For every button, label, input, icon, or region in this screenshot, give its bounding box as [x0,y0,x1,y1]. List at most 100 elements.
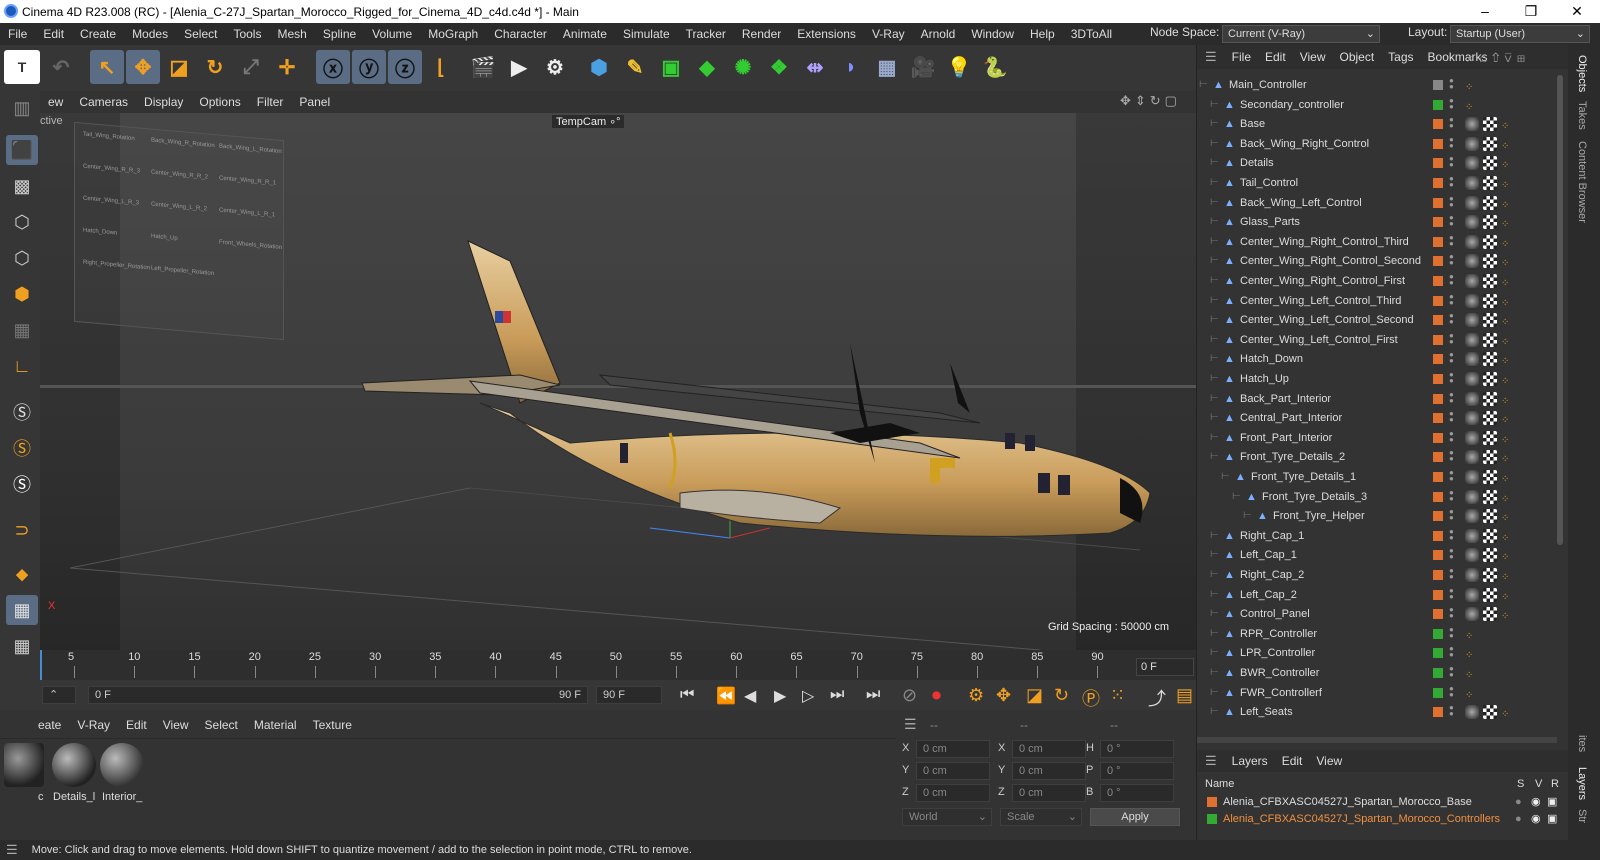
layer-color-swatch[interactable] [1433,432,1443,443]
xpresso-tag-icon[interactable]: ⁘ [1501,470,1515,485]
locked-workplane-icon[interactable]: ▦ [6,631,38,661]
material-tag-icon[interactable] [1465,215,1479,230]
object-row[interactable]: ⊢ ▲ Front_Tyre_Details_3 ● ● ⁘ [1197,487,1569,507]
scale-tool-button[interactable]: ◪ [162,50,196,84]
menu-file[interactable]: File [0,27,35,41]
layer-row[interactable]: Alenia_CFBXASC04527J_Spartan_Morocco_Con… [1197,811,1569,828]
key-parameter-icon[interactable]: Ⓟ [1082,685,1100,711]
menu-select[interactable]: Select [176,27,225,41]
texture-tag-icon[interactable] [1483,607,1497,622]
viewport-menu-options[interactable]: Options [191,95,248,109]
visibility-dots[interactable]: ● ● [1449,606,1454,621]
timeline-ruler[interactable]: 5 10 15 20 25 30 35 40 45 50 55 60 65 70 75 80 85 90 [40,650,1196,680]
object-scrollbar[interactable] [1557,75,1563,545]
material-tag-icon[interactable] [1465,293,1479,308]
tree-expander[interactable]: ⊢ [1210,585,1219,605]
object-row[interactable]: ⊢ ▲ Center_Wing_Right_Control_Second ● ● ⁘ [1197,251,1569,271]
layer-color-swatch[interactable] [1433,256,1443,267]
next-key-icon[interactable]: ⏭ [830,686,844,704]
texture-tag-icon[interactable] [1483,587,1497,602]
hamburger-icon[interactable]: ☰ [6,842,18,858]
tree-expander[interactable]: ⊢ [1210,232,1219,252]
layer-color-swatch[interactable] [1433,511,1443,522]
layer-color-swatch[interactable] [1433,687,1443,698]
tree-expander[interactable]: ⊢ [1210,310,1219,330]
make-editable-icon[interactable]: ▥ [6,93,38,123]
quantize-icon[interactable]: Ⓢ [6,469,38,499]
object-row[interactable]: ⊢ ▲ Base ● ● ⁘ [1197,114,1569,134]
xpresso-tag-icon[interactable]: ⁘ [1501,431,1515,446]
tree-expander[interactable]: ⊢ [1210,95,1219,115]
texture-tag-icon[interactable] [1483,117,1497,132]
viewport-menu-cameras[interactable]: Cameras [71,95,136,109]
menu-simulate[interactable]: Simulate [615,27,678,41]
coord-value-field[interactable]: 0 cm [916,784,990,802]
visibility-dots[interactable]: ● ● [1449,469,1454,484]
layer-color-swatch[interactable] [1433,276,1443,286]
menu-character[interactable]: Character [486,27,555,41]
xpresso-tag-icon[interactable]: ⁘ [1501,274,1515,289]
texture-tag-icon[interactable] [1483,568,1497,582]
x-axis-button[interactable]: ⓧ [316,50,350,84]
tree-expander[interactable]: ⊢ [1210,369,1219,389]
visibility-dots[interactable]: ● ● [1449,488,1454,504]
menu-modes[interactable]: Modes [124,27,176,41]
coord-value-field[interactable]: 0 cm [1012,784,1086,802]
menu-v-ray[interactable]: V-Ray [864,27,913,41]
tree-expander[interactable]: ⊢ [1210,604,1219,624]
material-tag-icon[interactable] [1465,705,1479,720]
objects-menu-object[interactable]: Object [1332,50,1381,64]
menu-mesh[interactable]: Mesh [269,27,314,41]
object-row[interactable]: ⊢ ▲ Right_Cap_1 ● ● ⁘ [1197,526,1569,546]
objects-menu-view[interactable]: View [1293,50,1333,64]
layer-color-swatch[interactable] [1433,530,1443,541]
model-mode-icon[interactable]: ⬛ [6,135,38,165]
pen-button[interactable]: ✎ [618,50,652,84]
tree-expander[interactable]: ⊢ [1210,702,1219,722]
visibility-dots[interactable]: ● ● [1449,547,1454,562]
tree-expander[interactable]: ⊢ [1210,624,1219,644]
layout-dropdown[interactable]: Startup (User) ⌄ [1450,25,1590,43]
autokey-icon[interactable]: ⏺ [932,685,941,706]
coord-value-field[interactable]: 0 ° [1100,740,1174,758]
layer-color-swatch[interactable] [1207,814,1217,824]
material-menu-eate[interactable]: eate [30,718,69,732]
render-picture-viewer-button[interactable]: ▶ [502,50,536,84]
object-row[interactable]: ⊢ ▲ Details ● ● ⁘ [1197,153,1569,173]
coordinate-system-button[interactable]: ⌊ [424,50,458,84]
menu-mograph[interactable]: MoGraph [420,27,486,41]
xpresso-tag-icon[interactable]: ⁘ [1501,392,1515,407]
layer-color-swatch[interactable] [1433,315,1443,326]
texture-tag-icon[interactable] [1483,332,1497,347]
layer-color-swatch[interactable] [1433,158,1443,169]
key-position-icon[interactable]: ✥ [996,685,1011,706]
object-row[interactable]: ⊢▲Right_Seats● ●⁘ [1197,722,1569,725]
material-menu-select[interactable]: Select [197,718,246,732]
layers-menu-layers[interactable]: Layers [1225,754,1275,768]
xpresso-tag-icon[interactable]: ⁘ [1501,509,1515,524]
texture-tag-icon[interactable] [1483,705,1497,720]
tree-expander[interactable]: ⊢ [1210,545,1219,565]
texture-tag-icon[interactable] [1483,509,1497,524]
coord-value-field[interactable]: 0 ° [1100,762,1174,780]
layer-row[interactable]: Alenia_CFBXASC04527J_Spartan_Morocco_Bas… [1197,794,1569,811]
menu-3dtoall[interactable]: 3DToAll [1063,27,1120,41]
object-row[interactable]: ⊢ ▲ Central_Part_Interior ● ● ⁘ [1197,408,1569,428]
cloner-button[interactable]: ✺ [726,50,760,84]
material-tag-icon[interactable] [1465,156,1479,171]
axis-mode-icon[interactable]: ∟ [6,351,38,381]
tab-takes[interactable]: Takes [1576,101,1588,130]
layers-menu-view[interactable]: View [1309,754,1349,768]
menu-help[interactable]: Help [1022,27,1063,41]
magnet-icon[interactable]: ⊃ [6,515,38,545]
texture-tag-icon[interactable] [1483,234,1497,249]
visibility-dots[interactable]: ● ● [1449,273,1454,288]
menu-render[interactable]: Render [734,27,789,41]
tree-expander[interactable]: ⊢ [1210,271,1219,291]
xpresso-tag-icon[interactable]: ⁘ [1501,568,1515,583]
layer-color-swatch[interactable] [1433,491,1443,502]
coord-value-field[interactable]: 0 cm [1012,762,1086,780]
material-tag-icon[interactable] [1465,136,1479,151]
tree-expander[interactable]: ⊢ [1210,212,1219,232]
object-toolbar-icons[interactable]: ⌕⌂⇧⊽⊞ [1467,50,1530,66]
